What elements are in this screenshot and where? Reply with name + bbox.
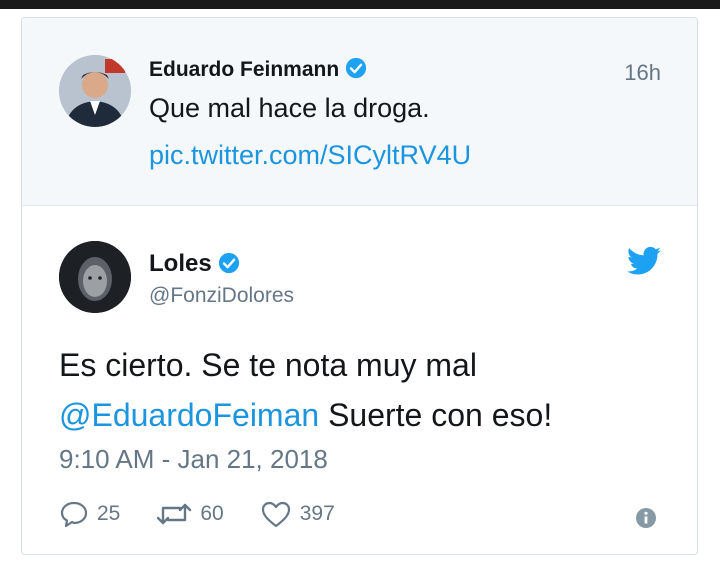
- heart-icon: [261, 501, 290, 528]
- tweet-text-line-2: @EduardoFeiman Suerte con eso!: [59, 390, 552, 440]
- like-count: 397: [299, 502, 335, 525]
- tweet-text: Es cierto. Se te nota muy mal @EduardoFe…: [59, 340, 552, 440]
- quoted-tweet-text: Que mal hace la droga.: [149, 93, 430, 123]
- twitter-bird-icon[interactable]: [627, 246, 661, 276]
- author-avatar[interactable]: [59, 241, 131, 313]
- tweet-text-line-1: Es cierto. Se te nota muy mal: [59, 347, 477, 383]
- reply-button[interactable]: 25: [59, 500, 120, 528]
- retweet-icon: [157, 503, 192, 525]
- tweet-card: Eduardo Feinmann 16h Que mal hace la dro…: [21, 17, 698, 555]
- author-handle[interactable]: @FonziDolores: [149, 284, 294, 308]
- quoted-avatar[interactable]: [59, 55, 131, 127]
- info-icon[interactable]: [635, 507, 657, 529]
- tweet-timestamp[interactable]: 9:10 AM - Jan 21, 2018: [59, 444, 328, 475]
- quoted-tweet[interactable]: Eduardo Feinmann 16h Que mal hace la dro…: [22, 18, 697, 206]
- mention-link[interactable]: @EduardoFeiman: [59, 397, 319, 433]
- reply-icon: [60, 501, 88, 528]
- like-button[interactable]: 397: [260, 500, 335, 528]
- reply-count: 25: [97, 502, 121, 525]
- author-name[interactable]: Loles: [149, 250, 240, 278]
- retweet-button[interactable]: 60: [156, 501, 224, 527]
- quoted-timestamp[interactable]: 16h: [624, 60, 661, 86]
- verified-badge-icon: [346, 57, 367, 79]
- quoted-author-name[interactable]: Eduardo Feinmann: [149, 57, 367, 82]
- top-status-bar: [0, 0, 720, 9]
- quoted-tweet-link[interactable]: pic.twitter.com/SICyltRV4U: [149, 140, 471, 171]
- retweet-count: 60: [200, 502, 224, 525]
- tweet-text-rest: Suerte con eso!: [319, 397, 553, 433]
- tweet-actions: 25 60 397: [59, 498, 371, 530]
- verified-badge-icon: [218, 252, 239, 274]
